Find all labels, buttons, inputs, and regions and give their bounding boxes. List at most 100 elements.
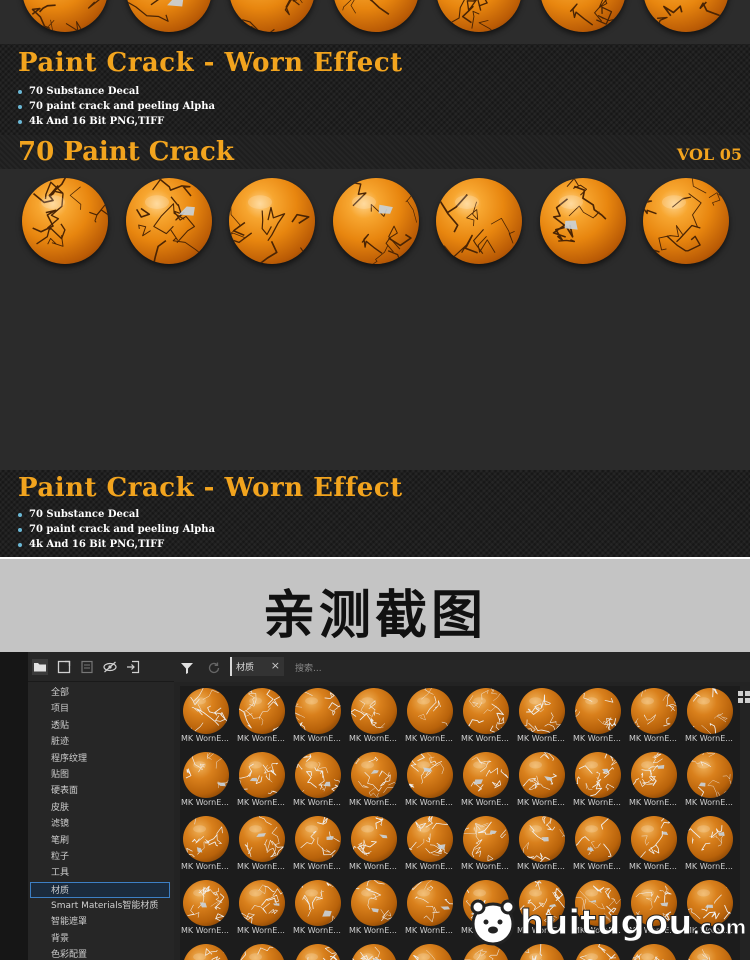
asset-thumbnail[interactable]: MK WornE... — [404, 814, 458, 876]
category-item[interactable]: 透贴 — [28, 718, 174, 734]
filter-tag[interactable]: 材质 × — [230, 657, 284, 676]
category-item[interactable]: 智能遮罩 — [28, 914, 174, 930]
category-item[interactable]: 皮肤 — [28, 800, 174, 816]
filter-icon[interactable] — [180, 660, 194, 674]
category-item[interactable]: 硬表面 — [28, 783, 174, 799]
asset-thumbnail[interactable]: MK WornE... — [572, 686, 626, 748]
new-window-icon[interactable] — [56, 659, 72, 675]
category-item[interactable]: 背景 — [28, 931, 174, 947]
asset-thumbnail[interactable]: MK WornE... — [628, 750, 682, 812]
material-preview — [239, 752, 285, 798]
material-preview — [519, 816, 565, 862]
material-preview — [631, 688, 677, 734]
asset-thumbnail[interactable]: MK WornE... — [516, 814, 570, 876]
grid-view-icon[interactable] — [738, 688, 750, 703]
material-preview — [351, 752, 397, 798]
asset-thumbnail[interactable]: MK WornE... — [180, 686, 234, 748]
asset-thumbnail[interactable] — [348, 942, 402, 960]
asset-thumbnail[interactable]: MK WornE... — [236, 878, 290, 940]
asset-label: MK WornE... — [461, 862, 509, 871]
category-item[interactable]: 贴图 — [28, 767, 174, 783]
asset-thumbnail[interactable]: MK WornE... — [404, 686, 458, 748]
asset-thumbnail[interactable]: MK WornE... — [180, 750, 234, 812]
category-item[interactable]: 笔刷 — [28, 833, 174, 849]
asset-thumbnail[interactable]: MK WornE... — [460, 814, 514, 876]
asset-thumbnail[interactable]: MK WornE... — [236, 686, 290, 748]
asset-thumbnail[interactable]: MK WornE... — [348, 878, 402, 940]
asset-label: MK WornE... — [293, 798, 341, 807]
asset-thumbnail[interactable] — [572, 942, 626, 960]
asset-thumbnail[interactable]: MK WornE... — [180, 878, 234, 940]
category-item[interactable]: Smart Materials智能材质 — [28, 898, 174, 914]
asset-thumbnail[interactable]: MK WornE... — [460, 750, 514, 812]
feature-list: 70 Substance Decal 70 paint crack and pe… — [18, 507, 215, 552]
asset-thumbnail[interactable]: MK WornE... — [628, 814, 682, 876]
asset-thumbnail[interactable]: MK WornE... — [404, 878, 458, 940]
left-gutter — [0, 652, 28, 960]
material-preview — [575, 752, 621, 798]
category-item[interactable]: 工具 — [28, 865, 174, 881]
asset-thumbnail[interactable]: MK WornE... — [292, 750, 346, 812]
refresh-icon[interactable] — [207, 660, 221, 674]
asset-thumbnail[interactable] — [628, 942, 682, 960]
material-preview — [575, 816, 621, 862]
asset-thumbnail[interactable]: MK WornE... — [180, 814, 234, 876]
asset-thumbnail[interactable] — [180, 942, 234, 960]
import-icon[interactable] — [125, 659, 141, 675]
category-item[interactable]: 全部 — [28, 685, 174, 701]
material-preview — [295, 944, 341, 960]
asset-thumbnail[interactable]: MK WornE... — [572, 814, 626, 876]
asset-thumbnail[interactable] — [684, 942, 738, 960]
asset-thumbnail[interactable]: MK WornE... — [572, 750, 626, 812]
asset-label: MK WornE... — [573, 798, 621, 807]
asset-thumbnail[interactable]: MK WornE... — [684, 686, 738, 748]
asset-thumbnail[interactable] — [236, 942, 290, 960]
material-preview — [407, 944, 453, 960]
product-banner-bottom: Paint Crack - Worn Effect 70 Substance D… — [0, 470, 750, 557]
category-item[interactable]: 材质 — [30, 881, 170, 899]
asset-thumbnail[interactable]: MK WornE... — [348, 686, 402, 748]
material-preview — [183, 944, 229, 960]
close-icon[interactable]: × — [271, 659, 280, 672]
material-preview — [687, 816, 733, 862]
material-preview — [183, 880, 229, 926]
asset-thumbnail[interactable] — [516, 942, 570, 960]
asset-thumbnail[interactable]: MK WornE... — [628, 686, 682, 748]
asset-label: MK WornE... — [573, 862, 621, 871]
category-item[interactable]: 程序纹理 — [28, 751, 174, 767]
asset-thumbnail[interactable]: MK WornE... — [684, 814, 738, 876]
asset-thumbnail[interactable]: MK WornE... — [516, 750, 570, 812]
material-preview — [295, 752, 341, 798]
material-preview — [295, 816, 341, 862]
asset-thumbnail[interactable] — [404, 942, 458, 960]
asset-thumbnail[interactable]: MK WornE... — [460, 686, 514, 748]
material-preview — [407, 752, 453, 798]
asset-thumbnail[interactable]: MK WornE... — [292, 686, 346, 748]
browser-toolbar: 材质 × 搜索... — [174, 652, 750, 682]
material-preview — [687, 752, 733, 798]
hide-icon[interactable] — [102, 659, 118, 675]
asset-label: MK WornE... — [237, 862, 285, 871]
asset-label: MK WornE... — [405, 862, 453, 871]
asset-thumbnail[interactable]: MK WornE... — [236, 750, 290, 812]
category-item[interactable]: 色彩配置 — [28, 947, 174, 960]
category-item[interactable]: 脏迹 — [28, 734, 174, 750]
category-item[interactable]: 滤镜 — [28, 816, 174, 832]
volume-number: VOL 05 — [676, 145, 742, 164]
asset-thumbnail[interactable] — [292, 942, 346, 960]
asset-thumbnail[interactable]: MK WornE... — [236, 814, 290, 876]
asset-thumbnail[interactable]: MK WornE... — [292, 878, 346, 940]
category-item[interactable]: 粒子 — [28, 849, 174, 865]
asset-thumbnail[interactable]: MK WornE... — [348, 814, 402, 876]
asset-thumbnail[interactable]: MK WornE... — [348, 750, 402, 812]
folder-icon[interactable] — [32, 659, 48, 675]
asset-label: MK WornE... — [517, 862, 565, 871]
asset-thumbnail[interactable]: MK WornE... — [516, 686, 570, 748]
category-item[interactable]: 项目 — [28, 701, 174, 717]
asset-thumbnail[interactable]: MK WornE... — [684, 750, 738, 812]
material-sphere — [539, 178, 626, 264]
save-icon[interactable] — [79, 659, 95, 675]
search-input[interactable]: 搜索... — [295, 661, 322, 674]
asset-thumbnail[interactable]: MK WornE... — [404, 750, 458, 812]
asset-thumbnail[interactable]: MK WornE... — [292, 814, 346, 876]
